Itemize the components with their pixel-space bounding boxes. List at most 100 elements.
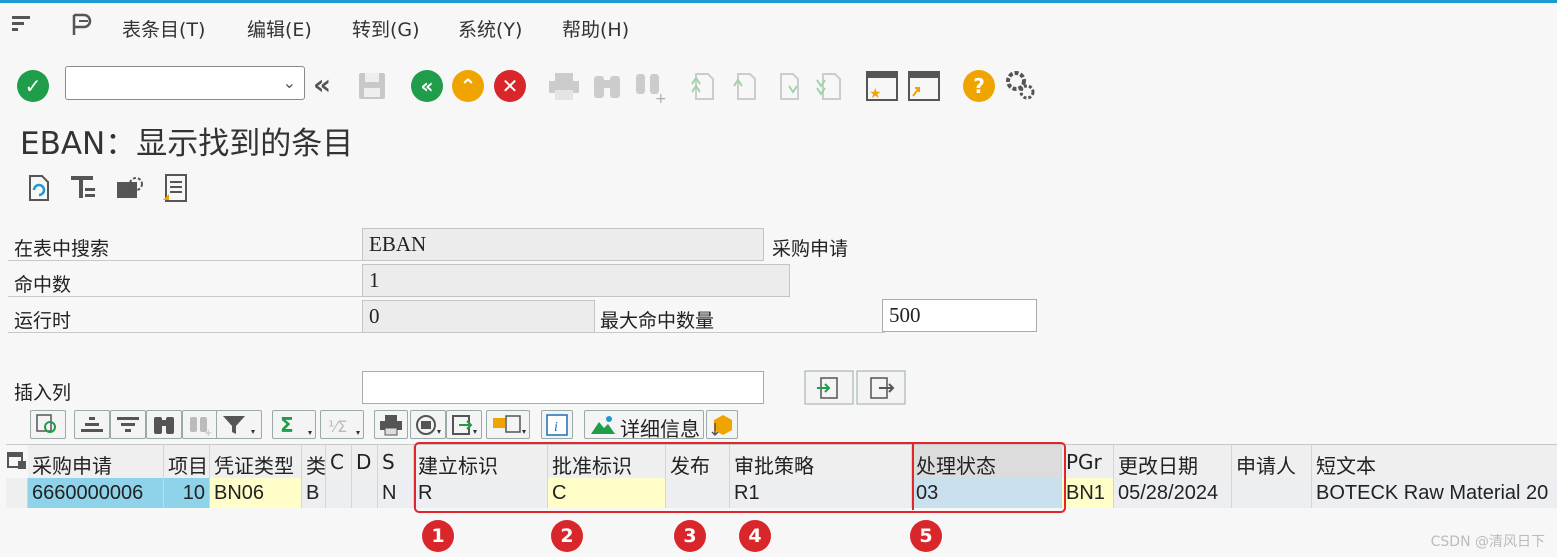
- insert-column-input[interactable]: [362, 371, 764, 404]
- svg-text:+: +: [204, 428, 212, 436]
- table-cell[interactable]: [352, 478, 378, 508]
- svg-text:Σ: Σ: [280, 413, 294, 437]
- hits-field: 1: [362, 264, 790, 297]
- svg-text:★: ★: [869, 86, 882, 102]
- table-cell[interactable]: [326, 478, 352, 508]
- row-selector[interactable]: [6, 478, 28, 508]
- previous-page-icon[interactable]: [728, 70, 760, 102]
- printer-glyph-icon: [380, 415, 402, 436]
- column-header[interactable]: 项目: [164, 445, 210, 478]
- alv-toolbar: + Σ ⅟Σ i 详细信息: [6, 407, 1551, 441]
- save-icon[interactable]: [356, 70, 388, 102]
- sort-asc-glyph-icon: [81, 417, 103, 432]
- table-settings-icon[interactable]: [6, 449, 28, 475]
- insert-column-button[interactable]: [804, 370, 854, 405]
- marker-5: 5: [910, 520, 942, 552]
- column-header[interactable]: D: [352, 445, 378, 478]
- column-header[interactable]: S: [378, 445, 414, 478]
- marker-3: 3: [674, 520, 706, 552]
- runtime-label: 运行时: [14, 310, 72, 332]
- watermark: CSDN @清风日下: [1430, 534, 1545, 550]
- column-header[interactable]: 采购申请: [28, 445, 164, 478]
- svg-text:⅟Σ: ⅟Σ: [328, 417, 347, 436]
- table-cell[interactable]: 6660000006: [28, 478, 164, 508]
- table-cell[interactable]: BN1: [1062, 478, 1114, 508]
- max-hits-input[interactable]: 500: [882, 299, 1037, 332]
- export-glyph-icon: [452, 415, 477, 435]
- table-cell[interactable]: B: [302, 478, 326, 508]
- table-cell[interactable]: 10: [164, 478, 210, 508]
- column-header[interactable]: 短文本: [1312, 445, 1557, 478]
- back-icon[interactable]: «: [411, 70, 443, 102]
- command-field[interactable]: ⌄: [65, 66, 305, 100]
- selection-criteria-icon[interactable]: [67, 172, 99, 204]
- funnel-glyph-icon: [223, 416, 255, 434]
- details-glyph-icon: [36, 414, 56, 433]
- first-page-icon[interactable]: [686, 70, 718, 102]
- sap-p-icon[interactable]: [70, 13, 94, 37]
- runtime-field: 0: [362, 300, 595, 333]
- views-glyph-icon: [416, 415, 441, 435]
- cancel-icon[interactable]: ✕: [494, 70, 526, 102]
- search-table-description: 采购申请: [772, 238, 849, 260]
- marker-2: 2: [551, 520, 583, 552]
- info-glyph-icon: i: [546, 414, 568, 436]
- find-icon[interactable]: [591, 70, 623, 102]
- menu-edit[interactable]: 编辑(E): [247, 15, 312, 42]
- table-cell[interactable]: 05/28/2024: [1114, 478, 1232, 508]
- layout-glyph-icon: [493, 415, 526, 434]
- help-icon[interactable]: ?: [963, 70, 995, 102]
- settings-gear-icon[interactable]: [1003, 68, 1037, 102]
- menu-system[interactable]: 系统(Y): [458, 15, 522, 42]
- technical-settings-icon[interactable]: [114, 172, 146, 204]
- chevron-down-icon[interactable]: ⌄: [283, 73, 296, 92]
- sigma-glyph-icon: Σ: [280, 413, 312, 437]
- hits-label: 命中数: [14, 274, 72, 296]
- insert-column-label: 插入列: [14, 382, 72, 404]
- last-page-icon[interactable]: [813, 70, 845, 102]
- refresh-icon[interactable]: [22, 172, 54, 204]
- menu-help[interactable]: 帮助(H): [562, 15, 629, 42]
- enter-button[interactable]: ✓: [17, 70, 49, 102]
- column-header[interactable]: 凭证类型: [210, 445, 302, 478]
- svg-text:+: +: [655, 91, 667, 104]
- create-session-icon[interactable]: ★: [865, 70, 899, 102]
- exit-icon[interactable]: ⌃: [452, 70, 484, 102]
- subtotal-glyph-icon: ⅟Σ: [328, 417, 360, 436]
- menu-bar: 表条目(T) 编辑(E) 转到(G) 系统(Y) 帮助(H): [0, 0, 1557, 48]
- max-hits-label: 最大命中数量: [600, 310, 715, 332]
- menu-goto[interactable]: 转到(G): [352, 15, 420, 42]
- highlight-divider: [912, 444, 914, 510]
- column-header[interactable]: 申请人: [1232, 445, 1312, 478]
- sort-desc-glyph-icon: [117, 417, 139, 432]
- table-cell[interactable]: [1232, 478, 1312, 508]
- table-cell[interactable]: BOTECK Raw Material 20: [1312, 478, 1557, 508]
- hexagon-icon: [711, 415, 732, 437]
- document-list-icon[interactable]: [160, 172, 192, 204]
- column-header[interactable]: C: [326, 445, 352, 478]
- remove-column-button[interactable]: [856, 370, 906, 405]
- collapse-command-icon[interactable]: «: [313, 68, 331, 101]
- svg-text:i: i: [554, 420, 558, 435]
- landscape-icon: [591, 416, 615, 434]
- binoculars-plus-glyph-icon: +: [190, 417, 212, 436]
- print-icon[interactable]: [547, 70, 581, 102]
- column-header[interactable]: 更改日期: [1114, 445, 1232, 478]
- column-header[interactable]: 类: [302, 445, 326, 478]
- marker-4: 4: [739, 520, 771, 552]
- menu-toggle-icon[interactable]: [10, 13, 34, 37]
- binoculars-glyph-icon: [154, 417, 174, 434]
- highlight-box: [414, 442, 1066, 513]
- table-cell[interactable]: N: [378, 478, 414, 508]
- table-cell[interactable]: BN06: [210, 478, 302, 508]
- next-page-icon[interactable]: [771, 70, 803, 102]
- search-table-label: 在表中搜索: [14, 238, 110, 260]
- column-header[interactable]: PGr: [1062, 445, 1114, 478]
- menu-table-entry[interactable]: 表条目(T): [122, 15, 205, 42]
- find-next-icon[interactable]: +: [633, 70, 667, 104]
- search-table-field: EBAN: [362, 228, 764, 261]
- page-title: EBAN：显示找到的条目: [20, 126, 354, 162]
- shortcut-icon[interactable]: [907, 70, 941, 102]
- detail-info-label: 详细信息: [620, 417, 700, 441]
- marker-1: 1: [422, 520, 454, 552]
